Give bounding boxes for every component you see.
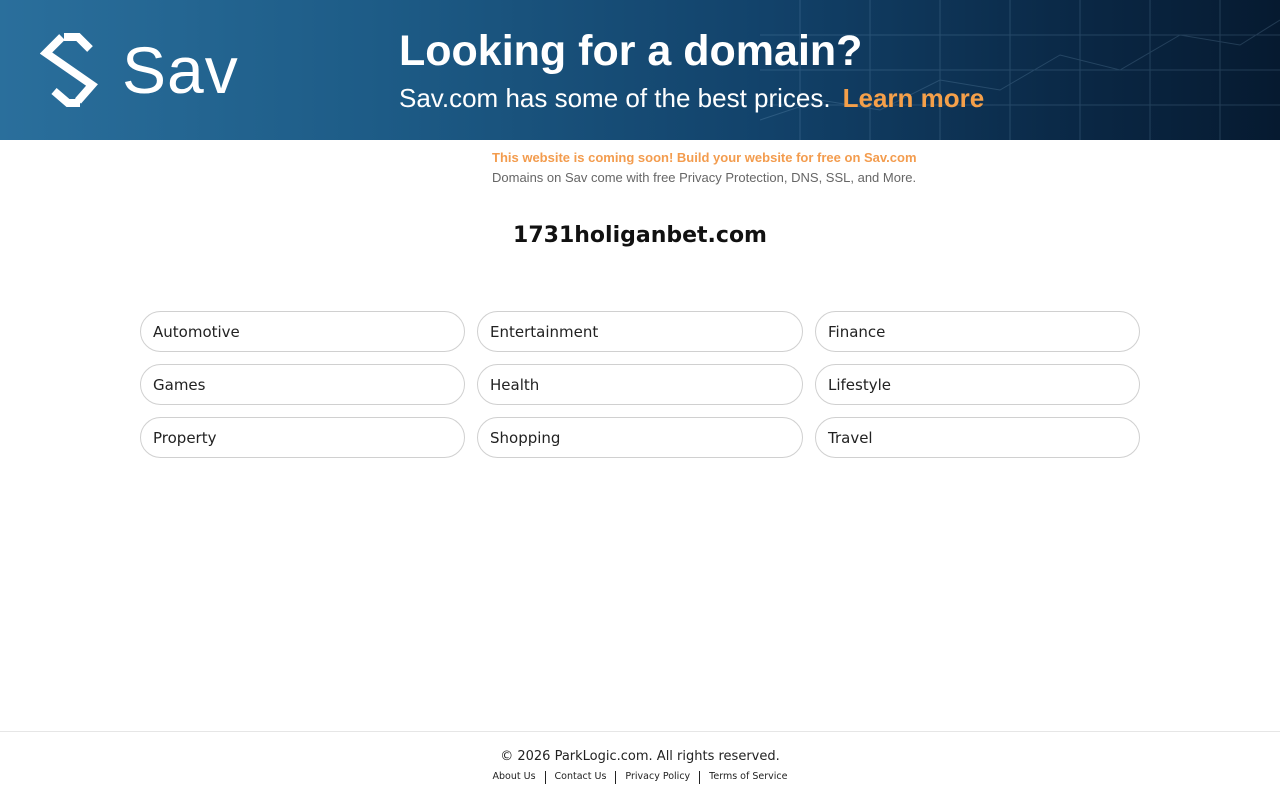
category-lifestyle[interactable]: Lifestyle	[815, 364, 1140, 405]
sav-logo-text: Sav	[122, 33, 239, 107]
promo-features-text: Domains on Sav come with free Privacy Pr…	[492, 170, 917, 185]
banner-subline-text: Sav.com has some of the best prices.	[399, 83, 831, 113]
promo-message: This website is coming soon! Build your …	[492, 148, 917, 188]
privacy-policy-link[interactable]: Privacy Policy	[616, 770, 699, 784]
category-entertainment[interactable]: Entertainment	[477, 311, 803, 352]
category-health[interactable]: Health	[477, 364, 803, 405]
about-us-link[interactable]: About Us	[484, 770, 545, 784]
sav-ad-banner[interactable]: Sav Looking for a domain? Sav.com has so…	[0, 0, 1280, 140]
banner-subline: Sav.com has some of the best prices. Lear…	[399, 80, 984, 116]
category-games[interactable]: Games	[140, 364, 465, 405]
build-website-link[interactable]: This website is coming soon! Build your …	[492, 148, 917, 168]
copyright-text: © 2026 ParkLogic.com. All rights reserve…	[500, 749, 780, 764]
sav-logo-icon	[40, 33, 98, 107]
learn-more-link[interactable]: Learn more	[843, 83, 985, 113]
page-footer: © 2026 ParkLogic.com. All rights reserve…	[0, 731, 1280, 800]
category-automotive[interactable]: Automotive	[140, 311, 465, 352]
domain-name-heading: 1731holiganbet.com	[513, 223, 767, 248]
category-grid: Automotive Entertainment Finance Games H…	[140, 311, 1140, 458]
category-property[interactable]: Property	[140, 417, 465, 458]
category-shopping[interactable]: Shopping	[477, 417, 803, 458]
category-travel[interactable]: Travel	[815, 417, 1140, 458]
terms-of-service-link[interactable]: Terms of Service	[700, 770, 796, 784]
footer-links: About Us Contact Us Privacy Policy Terms…	[0, 770, 1280, 784]
category-finance[interactable]: Finance	[815, 311, 1140, 352]
contact-us-link[interactable]: Contact Us	[546, 770, 616, 784]
banner-headline: Looking for a domain?	[399, 27, 863, 75]
